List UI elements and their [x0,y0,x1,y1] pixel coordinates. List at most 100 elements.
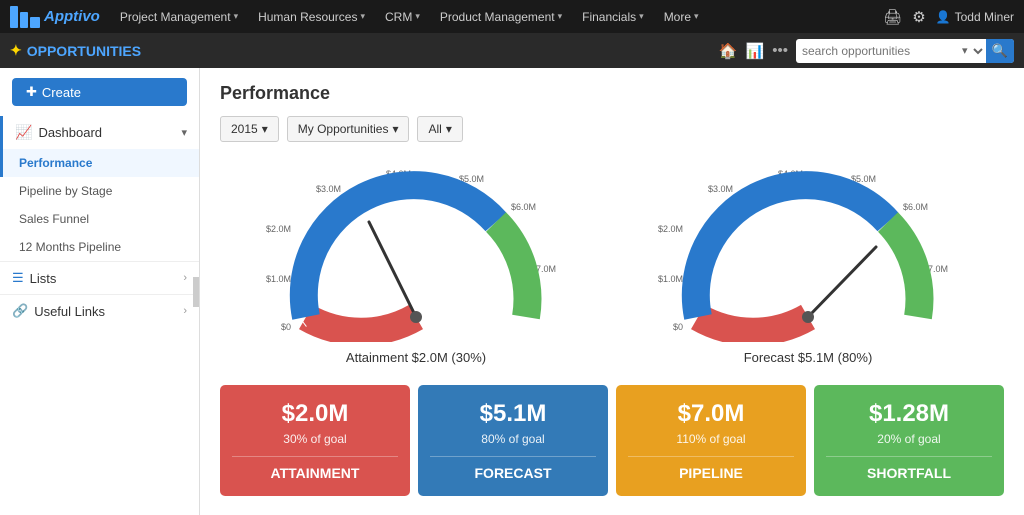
app-logo: Apptivo [10,6,100,28]
metrics-row: $2.0M 30% of goal ATTAINMENT $5.1M 80% o… [220,385,1004,496]
all-filter-arrow: ▾ [446,122,452,136]
search-box: ▾ 🔍 [796,39,1014,63]
gauge-attainment-svg: $0 $1.0M $2.0M $3.0M $4.0M $5.0M $6.0M $… [266,162,566,342]
metric-pipeline-sub: 110% of goal [628,432,794,446]
year-filter[interactable]: 2015 ▾ [220,116,279,142]
logo-text: Apptivo [44,8,100,25]
page-title-text: OPPORTUNITIES [27,43,141,59]
gauges-row: $0 $1.0M $2.0M $3.0M $4.0M $5.0M $6.0M $… [220,162,1004,365]
nav-arrow-prod: ▾ [558,11,563,22]
section-title: Performance [220,83,1004,104]
svg-text:$3.0M: $3.0M [708,184,733,194]
year-filter-arrow: ▾ [262,122,268,136]
gauge-forecast-svg: $0 $1.0M $2.0M $3.0M $4.0M $5.0M $6.0M $… [658,162,958,342]
search-input[interactable] [796,44,956,58]
main-layout: ✚ Create 📈 Dashboard ▾ Performance Pipel… [0,68,1024,515]
svg-text:$6.0M: $6.0M [511,202,536,212]
metric-forecast-sub: 80% of goal [430,432,596,446]
search-scope-dropdown[interactable]: ▾ [956,44,986,58]
svg-text:$1.0M: $1.0M [266,274,291,284]
user-name: Todd Miner [955,10,1014,24]
nav-arrow-crm: ▾ [415,11,420,22]
sidebar-item-12months[interactable]: 12 Months Pipeline [0,233,199,261]
sidebar-item-lists[interactable]: ☰ Lists › [0,261,199,294]
nav-more[interactable]: More ▾ [656,0,707,33]
scope-filter-arrow: ▾ [392,122,398,136]
svg-text:$3.0M: $3.0M [316,184,341,194]
metric-attainment-sub: 30% of goal [232,432,398,446]
filter-bar: 2015 ▾ My Opportunities ▾ All ▾ [220,116,1004,142]
lists-arrow-icon: › [183,272,187,284]
top-nav: Apptivo Project Management ▾ Human Resou… [0,0,1024,33]
metric-attainment: $2.0M 30% of goal ATTAINMENT [220,385,410,496]
user-menu[interactable]: 👤 Todd Miner [936,10,1014,24]
plus-icon: ✚ [26,84,37,100]
useful-links-label: Useful Links [34,304,105,319]
nav-human-resources[interactable]: Human Resources ▾ [250,0,373,33]
create-button[interactable]: ✚ Create [12,78,187,106]
nav-financials[interactable]: Financials ▾ [574,0,652,33]
sub-action-icons: 🏠 📊 ••• [719,42,788,60]
metric-attainment-value: $2.0M [232,400,398,428]
svg-text:$2.0M: $2.0M [658,224,683,234]
user-icon: 👤 [936,10,951,24]
nav-project-management[interactable]: Project Management ▾ [112,0,246,33]
dashboard-icon: 📈 [15,124,32,141]
useful-links-arrow-icon: › [183,305,187,317]
home-icon[interactable]: 🏠 [719,42,738,60]
content-area: Performance 2015 ▾ My Opportunities ▾ Al… [200,68,1024,515]
svg-text:$6.0M: $6.0M [903,202,928,212]
metric-shortfall-sub: 20% of goal [826,432,992,446]
gauge-attainment-label: Attainment $2.0M (30%) [256,350,576,365]
lists-label: Lists [30,271,57,286]
sub-header: ✦ OPPORTUNITIES 🏠 📊 ••• ▾ 🔍 [0,33,1024,68]
metric-pipeline-name: PIPELINE [628,456,794,481]
metric-pipeline-value: $7.0M [628,400,794,428]
year-filter-value: 2015 [231,122,258,136]
metric-forecast-value: $5.1M [430,400,596,428]
printer-icon[interactable]: 🖨 [883,8,902,26]
sidebar-item-performance[interactable]: Performance [0,149,199,177]
svg-text:$0: $0 [673,322,683,332]
sidebar-item-sales-funnel[interactable]: Sales Funnel [0,205,199,233]
nav-arrow-pm: ▾ [234,11,239,22]
gauge-forecast-label: Forecast $5.1M (80%) [648,350,968,365]
search-button[interactable]: 🔍 [986,39,1014,63]
metric-forecast-name: FORECAST [430,456,596,481]
metric-shortfall-name: SHORTFALL [826,456,992,481]
nav-arrow-more: ▾ [694,11,699,22]
scope-filter-value: My Opportunities [298,122,389,136]
sidebar-item-useful-links[interactable]: 🔗 Useful Links › [0,294,199,327]
sidebar: ✚ Create 📈 Dashboard ▾ Performance Pipel… [0,68,200,515]
metric-pipeline: $7.0M 110% of goal PIPELINE [616,385,806,496]
nav-icons: 🖨 ⚙ 👤 Todd Miner [883,8,1014,26]
nav-arrow-fin: ▾ [639,11,644,22]
gauge-attainment: $0 $1.0M $2.0M $3.0M $4.0M $5.0M $6.0M $… [256,162,576,365]
metric-shortfall: $1.28M 20% of goal SHORTFALL [814,385,1004,496]
sidebar-item-pipeline-stage[interactable]: Pipeline by Stage [0,177,199,205]
dashboard-label: Dashboard [38,125,102,140]
page-title: ✦ OPPORTUNITIES [10,42,141,59]
opportunities-icon: ✦ [10,42,22,59]
chart-icon[interactable]: 📊 [746,42,765,60]
metric-shortfall-value: $1.28M [826,400,992,428]
nav-crm[interactable]: CRM ▾ [377,0,428,33]
sidebar-item-dashboard[interactable]: 📈 Dashboard ▾ [0,116,199,149]
svg-text:$1.0M: $1.0M [658,274,683,284]
gauge-forecast: $0 $1.0M $2.0M $3.0M $4.0M $5.0M $6.0M $… [648,162,968,365]
svg-text:$2.0M: $2.0M [266,224,291,234]
dots-icon[interactable]: ••• [772,42,788,59]
metric-attainment-name: ATTAINMENT [232,456,398,481]
dashboard-expand-icon: ▾ [181,126,187,139]
nav-arrow-hr: ▾ [360,11,365,22]
list-icon: ☰ [12,270,24,286]
settings-icon[interactable]: ⚙ [912,8,925,26]
all-filter-value: All [428,122,441,136]
logo-icon [10,6,40,28]
nav-product-management[interactable]: Product Management ▾ [432,0,570,33]
create-label: Create [42,85,81,100]
sidebar-collapse-button[interactable]: ‹ [193,277,200,307]
scope-filter[interactable]: My Opportunities ▾ [287,116,410,142]
link-icon: 🔗 [12,303,28,319]
all-filter[interactable]: All ▾ [417,116,462,142]
